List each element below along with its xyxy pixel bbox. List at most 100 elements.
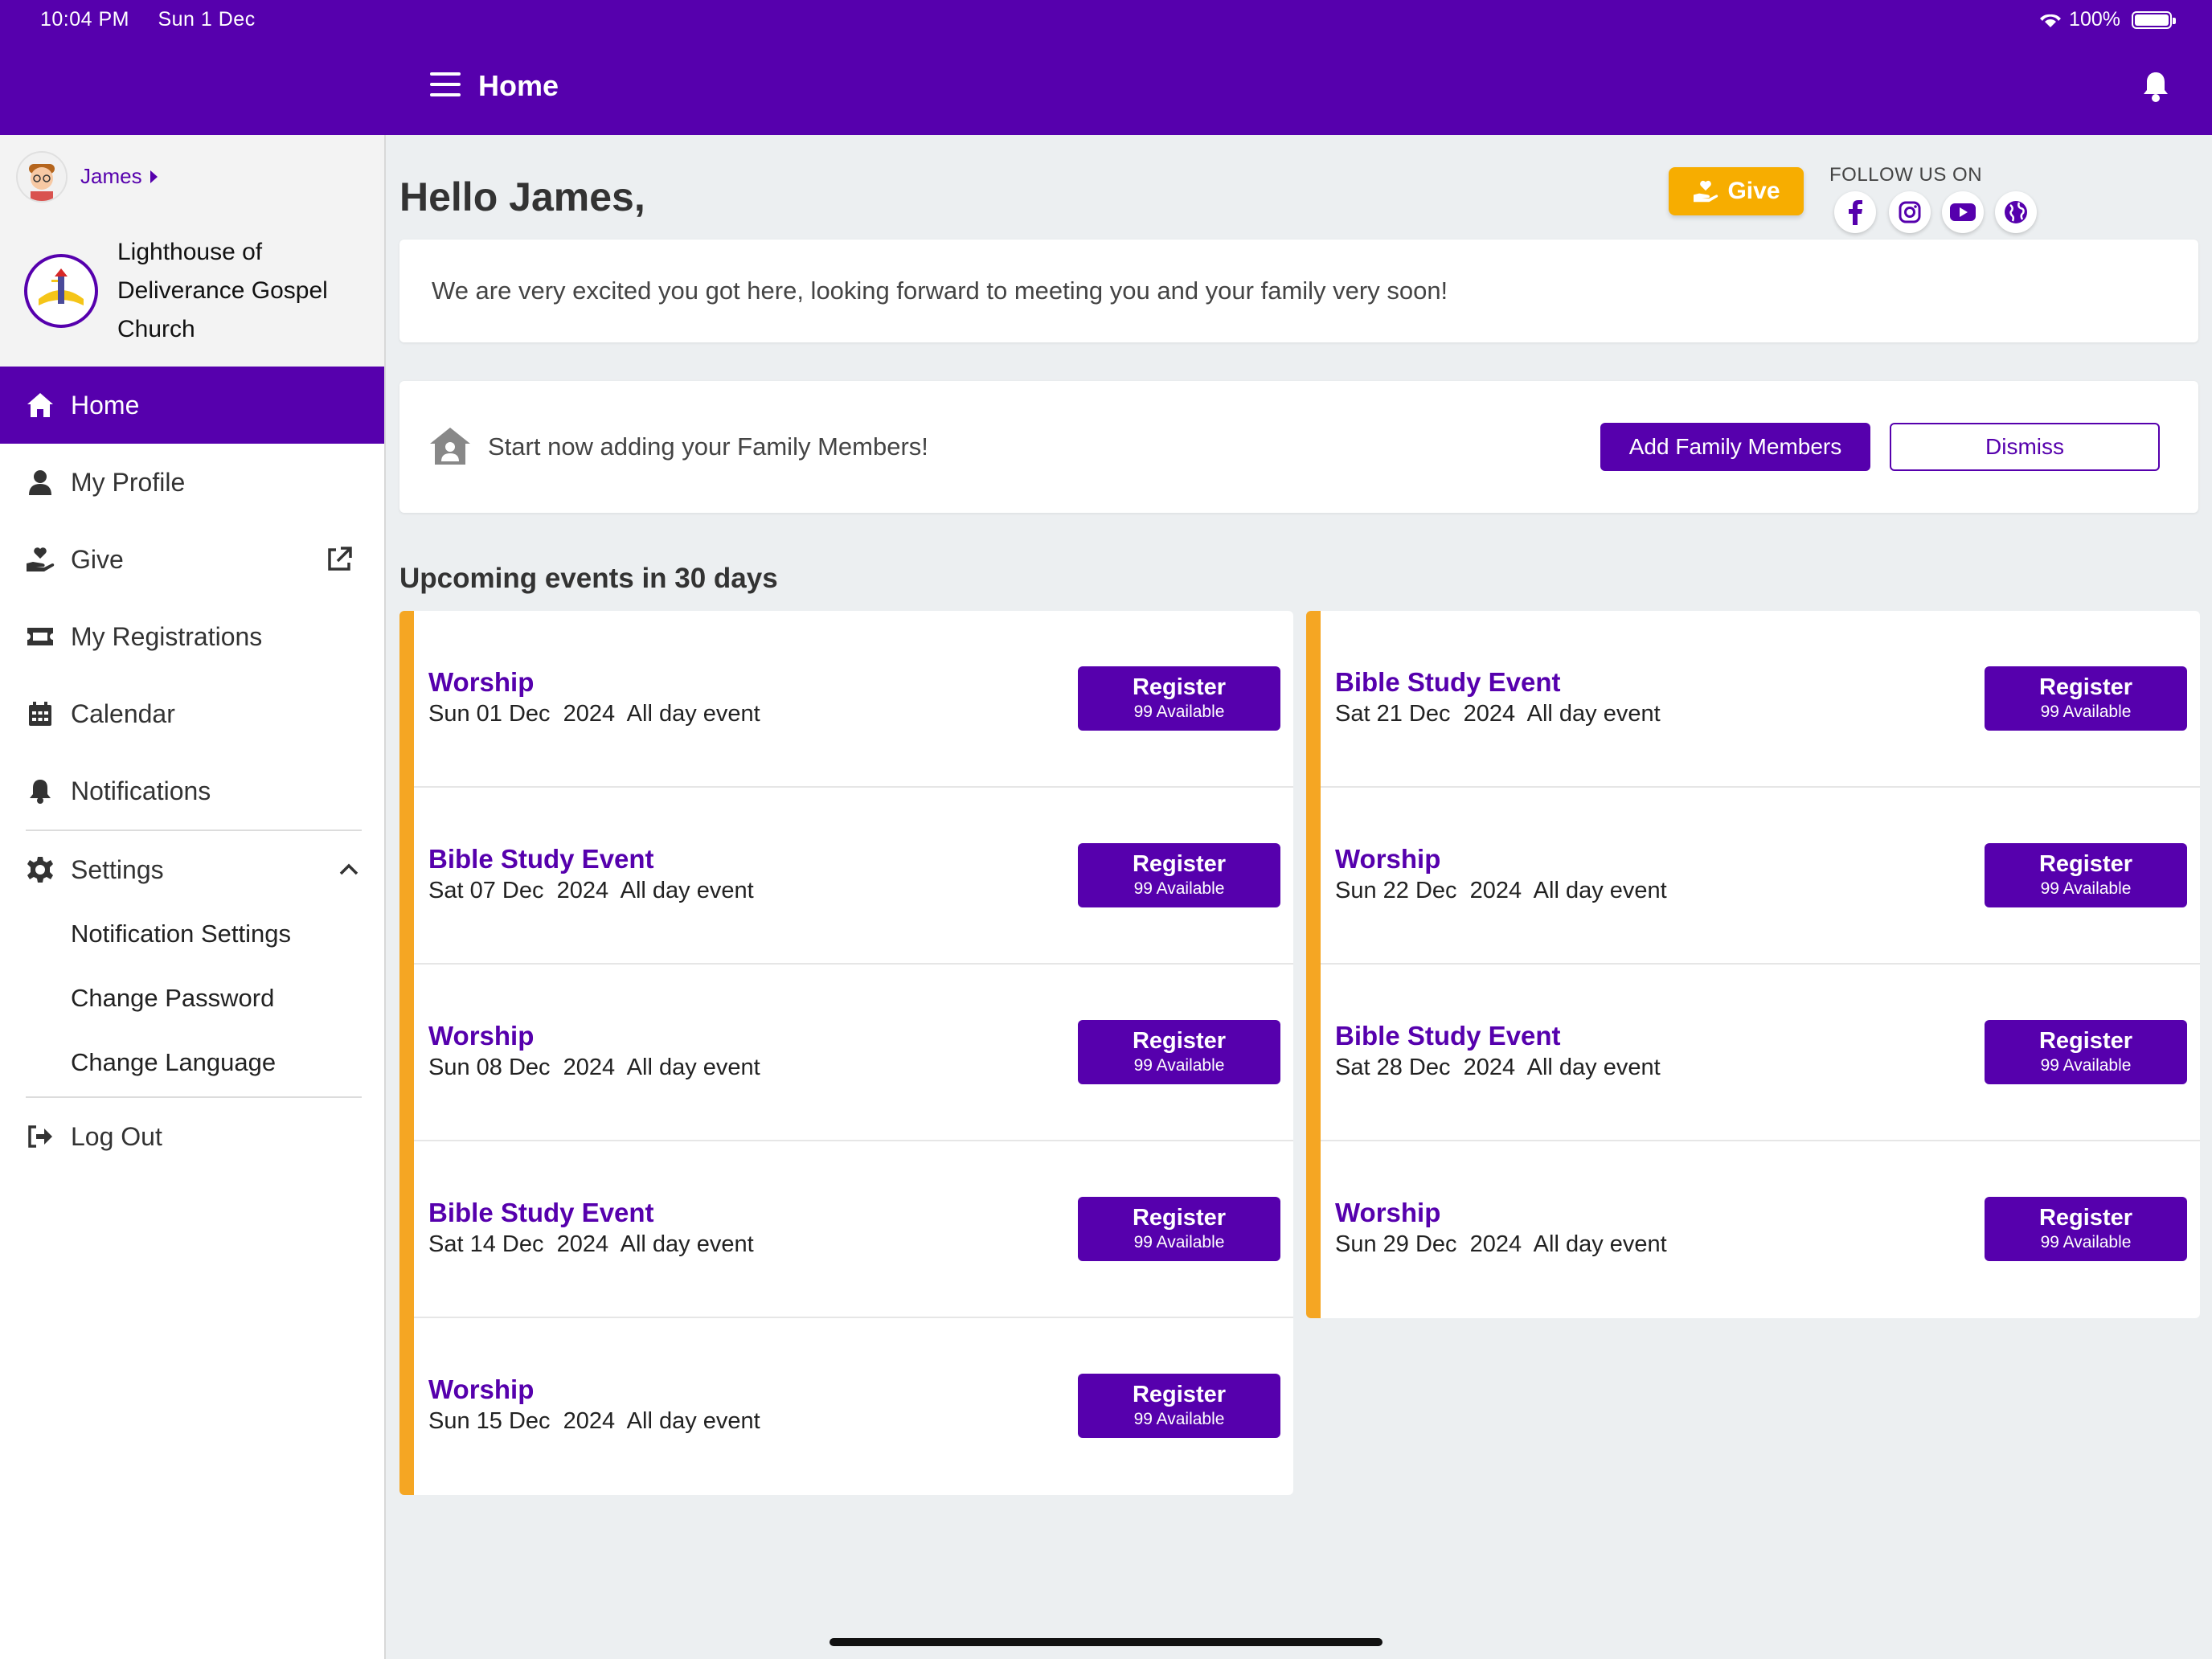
sidebar-item-label: Home [71,390,140,420]
event-item[interactable]: Worship Sun 29 Dec 2024 All day event Re… [1321,1141,2200,1318]
dismiss-button[interactable]: Dismiss [1890,423,2160,471]
battery-icon [2132,10,2176,29]
register-button[interactable]: Register 99 Available [1078,1374,1280,1438]
ticket-icon [24,621,56,653]
bell-icon [24,775,56,807]
welcome-card: We are very excited you got here, lookin… [399,240,2198,342]
sidebar-item-label: My Profile [71,467,186,497]
give-button-label: Give [1727,178,1780,204]
event-title: Bible Study Event [1335,667,1561,697]
follow-us-label: FOLLOW US ON [1829,164,1983,186]
event-item[interactable]: Worship Sun 01 Dec 2024 All day event Re… [414,611,1293,788]
sidebar-item-settings[interactable]: Settings [0,831,384,908]
event-item[interactable]: Bible Study Event Sat 14 Dec 2024 All da… [414,1141,1293,1318]
house-person-icon [430,428,470,465]
battery-percent: 100% [2069,8,2120,31]
event-title: Worship [1335,1198,1441,1227]
home-indicator[interactable] [830,1638,1382,1646]
event-date: Sun 22 Dec 2024 All day event [1335,878,1667,903]
sidebar-item-label: Settings [71,854,164,884]
sidebar-item-label: Log Out [71,1121,162,1151]
sidebar-item-label: Calendar [71,698,175,728]
upcoming-events-heading: Upcoming events in 30 days [399,563,778,594]
event-item[interactable]: Bible Study Event Sat 28 Dec 2024 All da… [1321,965,2200,1141]
facebook-icon[interactable] [1834,191,1876,233]
greeting-heading: Hello James, [399,174,645,219]
home-icon [24,389,56,421]
event-item[interactable]: Worship Sun 22 Dec 2024 All day event Re… [1321,788,2200,965]
event-date: Sat 14 Dec 2024 All day event [428,1231,754,1257]
event-title: Worship [428,667,535,697]
event-item[interactable]: Bible Study Event Sat 07 Dec 2024 All da… [414,788,1293,965]
give-button[interactable]: Give [1669,167,1804,215]
settings-subitem-change-password[interactable]: Change Password [71,984,274,1013]
sidebar-item-home[interactable]: Home [0,367,384,444]
hand-heart-icon [1694,180,1718,203]
youtube-icon[interactable] [1942,191,1984,233]
sidebar-item-label: Give [71,544,124,574]
event-item[interactable]: Worship Sun 08 Dec 2024 All day event Re… [414,965,1293,1141]
person-icon [24,466,56,498]
register-button[interactable]: Register 99 Available [1985,843,2187,907]
status-time: 10:04 PM [40,8,130,31]
event-title: Bible Study Event [1335,1021,1561,1051]
church-name: Lighthouse of Deliverance Gospel Church [117,239,328,342]
event-item[interactable]: Bible Study Event Sat 21 Dec 2024 All da… [1321,611,2200,788]
avatar[interactable] [16,151,68,203]
hamburger-menu-icon[interactable] [430,72,461,96]
church-logo [24,254,98,328]
family-members-card: Start now adding your Family Members! Ad… [399,381,2198,513]
page-title: Home [478,69,559,102]
register-button[interactable]: Register 99 Available [1078,843,1280,907]
register-button[interactable]: Register 99 Available [1985,1020,2187,1084]
event-date: Sat 21 Dec 2024 All day event [1335,701,1661,727]
sidebar-item-my-profile[interactable]: My Profile [0,444,384,521]
event-date: Sat 28 Dec 2024 All day event [1335,1055,1661,1080]
sidebar-item-label: Notifications [71,776,211,805]
events-column-left: Worship Sun 01 Dec 2024 All day event Re… [399,611,1293,1495]
status-bar-left: 10:04 PM Sun 1 Dec [40,8,278,31]
register-button[interactable]: Register 99 Available [1985,1197,2187,1261]
bell-icon[interactable] [2140,69,2172,103]
sidebar-item-label: My Registrations [71,621,263,651]
gear-icon [24,854,56,886]
sidebar-item-notifications[interactable]: Notifications [0,752,384,830]
welcome-message: We are very excited you got here, lookin… [432,276,1448,305]
wifi-icon [2040,14,2062,27]
calendar-icon [24,698,56,730]
settings-subitem-change-language[interactable]: Change Language [71,1048,276,1077]
event-title: Worship [428,1374,535,1404]
sidebar-item-my-registrations[interactable]: My Registrations [0,598,384,675]
event-item[interactable]: Worship Sun 15 Dec 2024 All day event Re… [414,1318,1293,1495]
hand-heart-icon [24,543,56,576]
event-date: Sun 15 Dec 2024 All day event [428,1408,760,1434]
family-prompt: Start now adding your Family Members! [488,432,928,461]
event-title: Worship [428,1021,535,1051]
event-date: Sat 07 Dec 2024 All day event [428,878,754,903]
logout-icon [24,1120,56,1153]
add-family-members-button[interactable]: Add Family Members [1600,423,1870,471]
register-button[interactable]: Register 99 Available [1985,666,2187,731]
event-date: Sun 08 Dec 2024 All day event [428,1055,760,1080]
event-title: Bible Study Event [428,1198,654,1227]
events-column-right: Bible Study Event Sat 21 Dec 2024 All da… [1306,611,2200,1318]
globe-icon[interactable] [1995,191,2037,233]
chevron-up-icon [339,863,358,875]
caret-right-icon [150,170,158,183]
register-button[interactable]: Register 99 Available [1078,1020,1280,1084]
user-profile-link[interactable]: James [80,164,158,189]
sidebar-item-give[interactable]: Give [0,521,384,598]
instagram-icon[interactable] [1889,191,1931,233]
sidebar-item-calendar[interactable]: Calendar [0,675,384,752]
external-link-icon [328,547,352,571]
register-button[interactable]: Register 99 Available [1078,1197,1280,1261]
event-date: Sun 01 Dec 2024 All day event [428,701,760,727]
settings-subitem-notification-settings[interactable]: Notification Settings [71,920,291,948]
event-date: Sun 29 Dec 2024 All day event [1335,1231,1667,1257]
register-button[interactable]: Register 99 Available [1078,666,1280,731]
status-bar-right: 100% [2038,8,2176,31]
sidebar-header: James Lighthouse of Deliverance Gospel C… [0,135,384,367]
user-name: James [80,164,142,188]
event-title: Bible Study Event [428,844,654,874]
sidebar-item-log-out[interactable]: Log Out [0,1098,384,1175]
